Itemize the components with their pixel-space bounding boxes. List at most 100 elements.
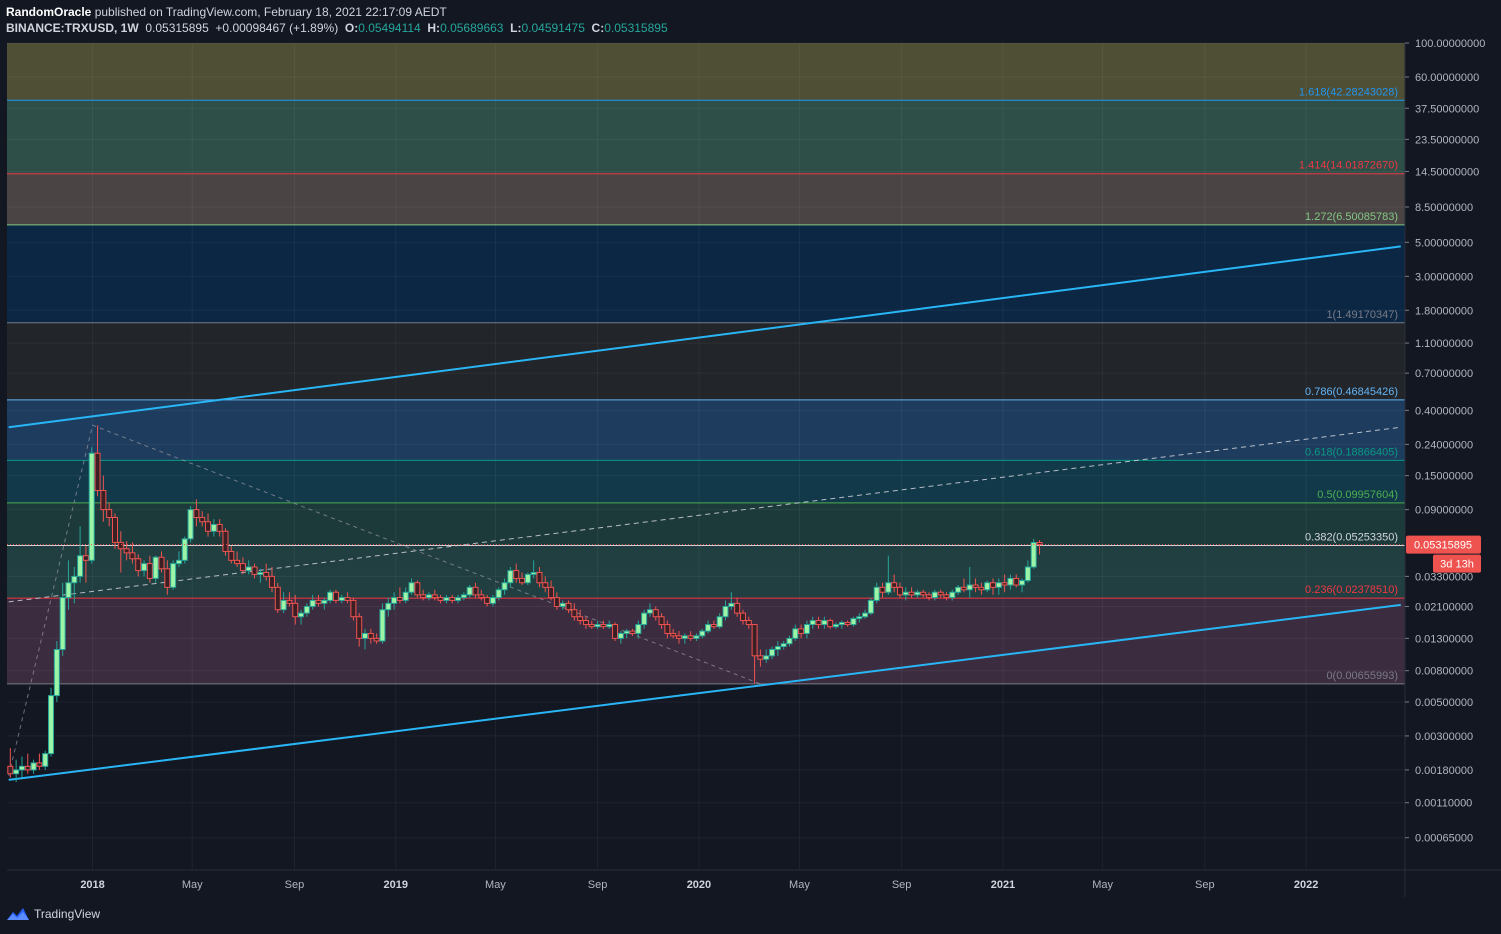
candle-body-127 [745, 620, 752, 626]
candle-body-69 [408, 582, 415, 593]
candle-body-4 [30, 762, 37, 771]
time-label-4: May [485, 879, 506, 891]
candle-body-38 [228, 550, 235, 561]
candle-104 [612, 622, 619, 641]
candle-body-133 [780, 643, 787, 648]
candle-28 [170, 560, 177, 590]
candle-body-104 [612, 624, 619, 639]
fib-zone-0 [7, 43, 1405, 101]
candle-body-132 [774, 646, 781, 650]
candle-body-170 [995, 582, 1002, 588]
candle-body-34 [205, 521, 212, 532]
candle-body-84 [495, 589, 502, 599]
fib-zone-1 [7, 100, 1405, 174]
candle-body-115 [676, 635, 683, 639]
candle-body-54 [321, 599, 328, 604]
candle-body-86 [507, 570, 514, 584]
candle-body-93 [548, 586, 555, 599]
candle-body-32 [193, 509, 200, 518]
candle-body-121 [710, 624, 717, 628]
candle-body-60 [356, 616, 363, 639]
tradingview-logo-icon [7, 908, 29, 920]
candle-body-27 [164, 568, 171, 588]
candle-59 [350, 597, 357, 621]
candle-body-151 [885, 582, 892, 593]
candle-body-57 [338, 597, 345, 601]
candle-body-81 [478, 594, 485, 599]
time-label-5: Sep [588, 879, 608, 891]
price-label-21: 0.00180000 [1415, 765, 1473, 777]
candle-body-2 [18, 765, 25, 771]
candle-body-15 [94, 452, 101, 491]
price-chart[interactable]: 1.618(42.28243028) 1.414(14.01872670) 1.27… [0, 0, 1501, 900]
tradingview-branding[interactable]: TradingView [6, 906, 100, 922]
fib-label-0: 1.618(42.28243028) [1299, 86, 1398, 98]
candle-body-136 [798, 628, 805, 634]
candle-body-24 [146, 563, 153, 579]
fib-label-1: 1.414(14.01872670) [1299, 160, 1398, 172]
time-label-0: 2018 [80, 879, 104, 891]
candle-body-67 [396, 597, 403, 601]
price-label-6: 5.00000000 [1415, 237, 1473, 249]
candle-body-107 [629, 630, 636, 634]
candle-body-142 [832, 624, 839, 628]
fib-zone-5 [7, 399, 1405, 461]
candle-body-74 [437, 597, 444, 601]
candle-body-117 [687, 635, 694, 639]
candle-body-138 [809, 620, 816, 626]
candle-body-144 [844, 622, 851, 626]
candle-body-173 [1013, 577, 1020, 586]
candle-body-168 [984, 582, 991, 591]
candle-body-73 [431, 594, 438, 599]
price-label-14: 0.09000000 [1415, 505, 1473, 517]
candle-body-130 [763, 655, 770, 660]
time-label-10: May [1092, 879, 1113, 891]
fib-label-5: 0.618(0.18866405) [1305, 446, 1398, 458]
price-label-23: 0.00065000 [1415, 833, 1473, 845]
price-label-20: 0.00300000 [1415, 731, 1473, 743]
candle-body-71 [420, 594, 427, 599]
candle-body-169 [989, 582, 996, 588]
candle-body-68 [402, 591, 409, 601]
candle-body-139 [815, 620, 822, 626]
candle-body-0 [7, 765, 14, 775]
candle-body-82 [484, 597, 491, 604]
candle-2 [18, 756, 25, 778]
time-label-11: Sep [1195, 879, 1215, 891]
tradingview-brand-text: TradingView [34, 907, 101, 921]
fib-label-4: 0.786(0.46845426) [1305, 386, 1398, 398]
time-axis[interactable]: 2018 May Sep 2019 May Sep 2020 May Sep 2021 May Sep… [7, 869, 1501, 891]
candle-body-31 [187, 509, 194, 540]
price-label-13: 0.15000000 [1415, 471, 1473, 483]
price-label-16: 0.02100000 [1415, 601, 1473, 613]
candle-body-108 [635, 624, 642, 634]
candle-body-143 [838, 622, 845, 626]
candle-46 [274, 582, 281, 614]
candle-body-13 [82, 555, 89, 561]
candle-body-116 [681, 635, 688, 639]
candle-body-134 [786, 637, 793, 645]
candle-body-11 [71, 575, 78, 584]
time-label-12: 2022 [1294, 879, 1318, 891]
candle-body-100 [588, 624, 595, 628]
candle-body-101 [594, 624, 601, 628]
candle-body-159 [931, 591, 938, 599]
candle-body-120 [705, 624, 712, 632]
candle-176 [1030, 538, 1037, 569]
candle-4 [30, 759, 37, 774]
candle-body-140 [821, 620, 828, 626]
price-axis[interactable]: 100.00000000 60.00000000 37.50000000 23.500… [1404, 38, 1485, 897]
candle-14 [88, 447, 95, 564]
candle-body-56 [332, 591, 339, 601]
candle-body-19 [117, 541, 124, 550]
candle-body-36 [216, 523, 223, 532]
candle-body-59 [350, 599, 357, 618]
candle-body-39 [234, 559, 241, 565]
candle-body-167 [978, 586, 985, 591]
countdown-badge-text: 3d 13h [1440, 559, 1474, 571]
candle-body-1 [13, 769, 20, 775]
fib-label-7: 0.382(0.05253350) [1305, 531, 1398, 543]
candle-body-165 [966, 584, 973, 591]
candle-body-18 [111, 516, 118, 543]
fib-zone-2 [7, 173, 1405, 225]
